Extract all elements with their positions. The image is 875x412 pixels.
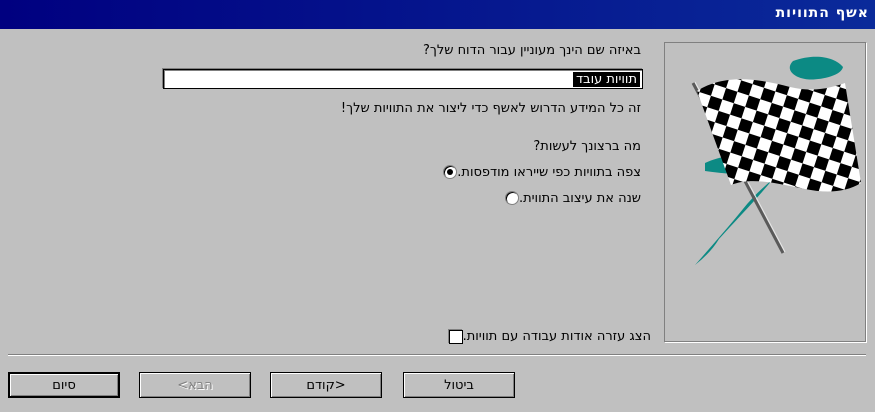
back-button[interactable]: <קודם: [270, 372, 382, 398]
report-name-question: באיזה שם הינך מעוניין עבור הדוח שלך?: [422, 43, 641, 58]
radio-modify[interactable]: [504, 191, 519, 205]
report-name-input[interactable]: תוויות עובד: [163, 69, 643, 89]
help-option[interactable]: הצג עזרה אודות עבודה עם תוויות.: [443, 329, 651, 344]
cancel-button[interactable]: ביטול: [403, 372, 515, 398]
help-checkbox[interactable]: [448, 329, 463, 344]
finish-button[interactable]: סיום: [8, 372, 120, 398]
next-button[interactable]: הבא>: [139, 372, 251, 398]
help-checkbox-label: הצג עזרה אודות עבודה עם תוויות.: [462, 329, 651, 344]
radio-preview[interactable]: [443, 165, 458, 179]
info-text: זה כל המידע הדרוש לאשף כדי ליצור את התוו…: [340, 101, 641, 116]
wizard-body: באיזה שם הינך מעוניין עבור הדוח שלך? תוו…: [0, 29, 875, 412]
option-preview[interactable]: צפה בתוויות כפי שייראו מודפסות.: [437, 163, 641, 181]
wizard-image: [664, 42, 866, 342]
action-question: מה ברצונך לעשות?: [533, 139, 641, 154]
option-modify-label: שנה את עיצוב התווית.: [518, 190, 641, 206]
window-title: אשף התוויות: [775, 5, 869, 21]
separator: [8, 354, 866, 356]
option-modify[interactable]: שנה את עיצוב התווית.: [499, 189, 641, 207]
title-bar: אשף התוויות: [0, 0, 875, 29]
option-preview-label: צפה בתוויות כפי שייראו מודפסות.: [457, 164, 641, 180]
checkered-flag-icon: [691, 56, 861, 265]
report-name-value: תוויות עובד: [572, 72, 640, 87]
